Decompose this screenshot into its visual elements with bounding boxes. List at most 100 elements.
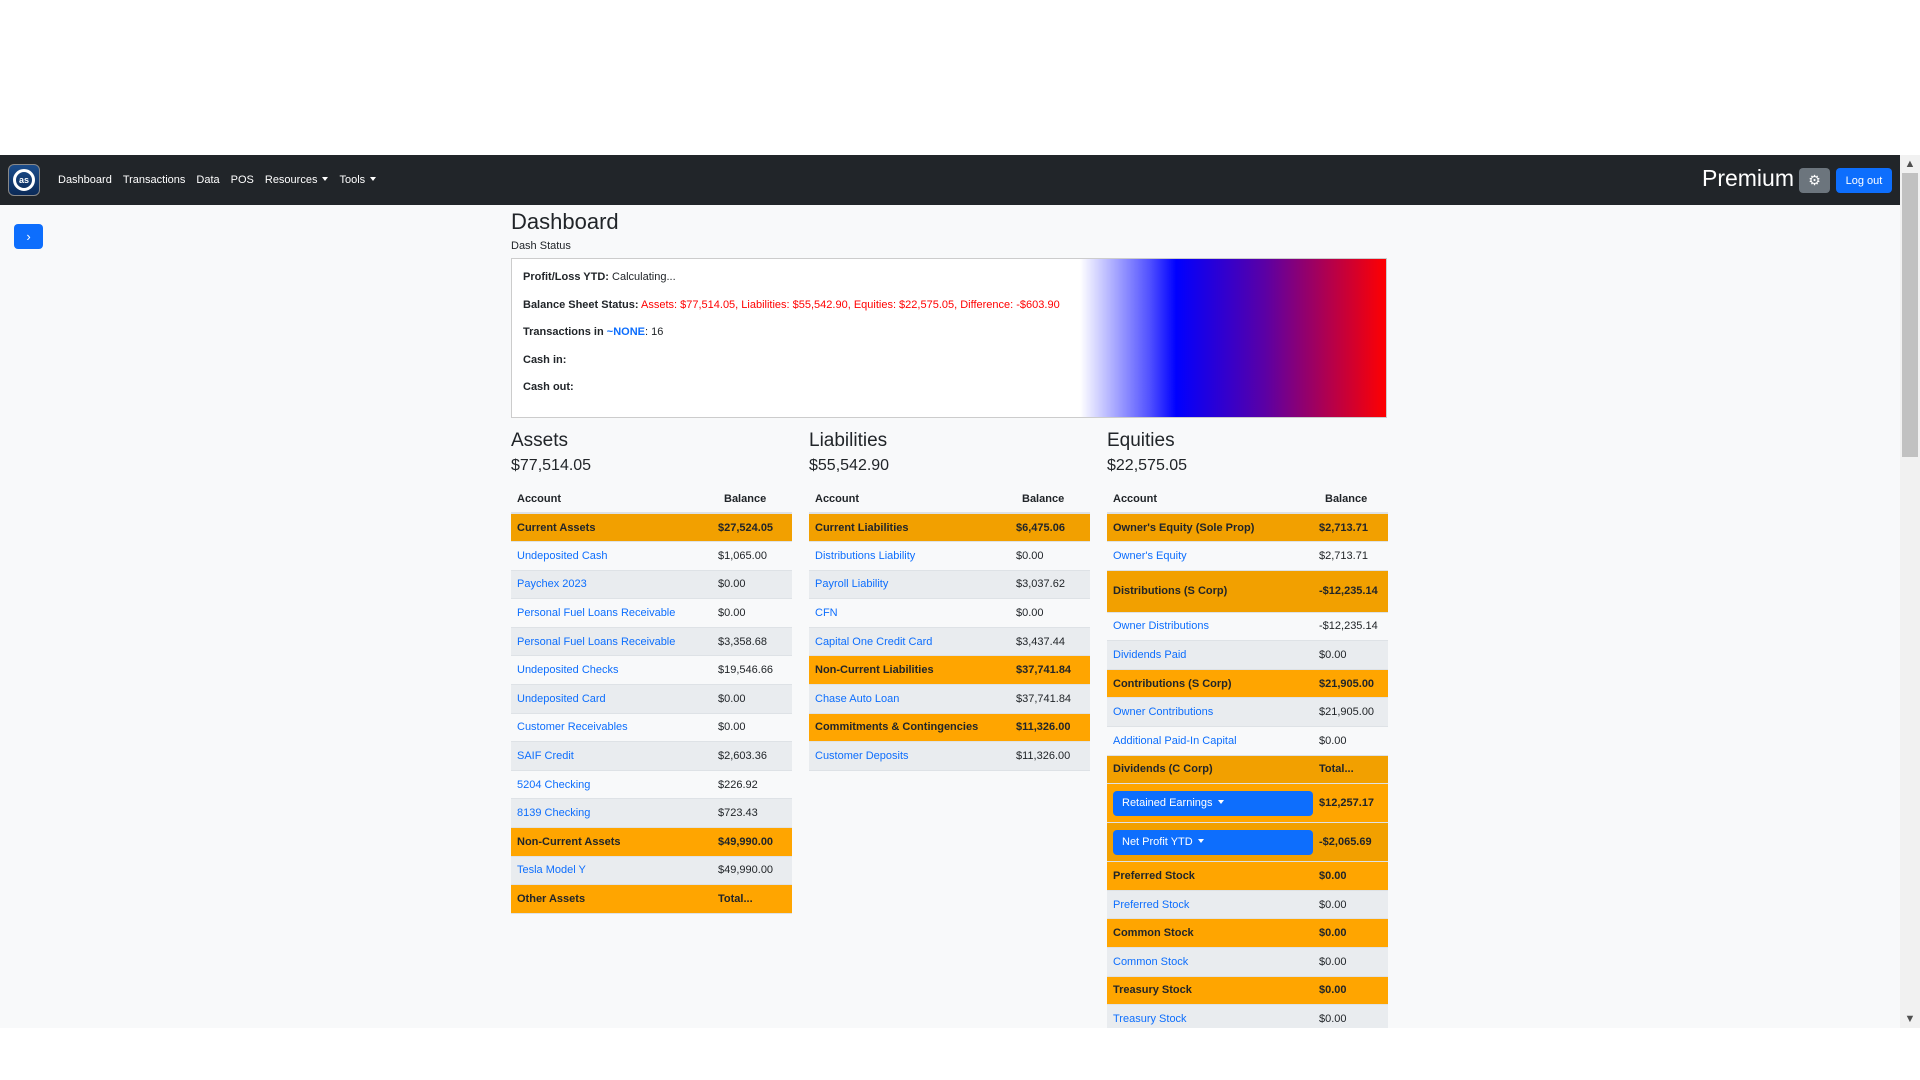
balance-sheet-line: Balance Sheet Status: Assets: $77,514.05… [523, 299, 1060, 311]
group-name: Contributions (S Corp) [1113, 677, 1232, 690]
plan-label: Premium [1701, 165, 1794, 191]
account-link[interactable]: Chase Auto Loan [815, 693, 899, 705]
accounts-table: Account Balance Current Liabilities $6,4… [809, 485, 1090, 771]
balance-cell: $2,603.36 [718, 741, 792, 771]
account-link[interactable]: Payroll Liability [815, 578, 888, 590]
account-cell: Distributions (S Corp) [1107, 570, 1319, 613]
account-link[interactable]: Dividends Paid [1113, 649, 1186, 661]
account-cell: CFN [809, 598, 1016, 628]
section-title: Equities [1107, 430, 1175, 451]
balance-cell: -$12,235.14 [1319, 570, 1388, 613]
account-link[interactable]: Distributions Liability [815, 550, 915, 562]
column-header-balance: Balance [718, 485, 792, 514]
balance-cell: $0.00 [1319, 918, 1388, 949]
account-link[interactable]: Preferred Stock [1113, 899, 1189, 911]
blank-area [0, 1028, 1920, 1080]
group-row: Treasury Stock $0.00 [1107, 976, 1388, 1006]
balance-cell: $723.43 [718, 798, 792, 829]
column-header-balance: Balance [1319, 485, 1388, 514]
account-link[interactable]: Capital One Credit Card [815, 636, 932, 648]
section-total: $77,514.05 [511, 457, 592, 474]
nav-data[interactable]: Data [196, 174, 219, 186]
account-dropdown-button[interactable]: Retained Earnings [1113, 790, 1313, 816]
scrollbar-thumb[interactable] [1902, 173, 1918, 457]
account-row: Distributions Liability $0.00 [809, 541, 1090, 571]
balance-cell: $2,713.71 [1319, 513, 1388, 543]
balance-cell: $3,037.62 [1016, 570, 1090, 600]
account-link[interactable]: Undeposited Card [517, 693, 606, 705]
account-cell: Preferred Stock [1107, 861, 1319, 891]
scroll-up-icon[interactable]: ▲ [1900, 155, 1920, 173]
balance-cell: Total... [718, 884, 792, 914]
sidebar-toggle-button[interactable]: › [14, 224, 43, 249]
nav-pos[interactable]: POS [231, 174, 254, 186]
account-link[interactable]: Customer Receivables [517, 721, 628, 733]
account-link[interactable]: Tesla Model Y [517, 864, 586, 876]
account-link[interactable]: 8139 Checking [517, 807, 590, 819]
account-cell: Owner's Equity (Sole Prop) [1107, 513, 1319, 543]
account-link[interactable]: Common Stock [1113, 956, 1188, 968]
accounts-table: Account Balance Owner's Equity (Sole Pro… [1107, 485, 1388, 1028]
group-name: Treasury Stock [1113, 984, 1192, 997]
logo-icon: as [13, 169, 35, 191]
section-total: $22,575.05 [1107, 457, 1188, 474]
account-link[interactable]: Owner Distributions [1113, 620, 1209, 632]
account-row: 8139 Checking $723.43 [511, 798, 792, 829]
nav-resources-dropdown[interactable]: Resources [265, 174, 329, 186]
account-cell: Contributions (S Corp) [1107, 669, 1319, 699]
profit-loss-value: Calculating... [612, 271, 676, 283]
balance-cell: $21,905.00 [1319, 697, 1388, 728]
blank-area [0, 0, 1920, 155]
account-cell: Current Liabilities [809, 513, 1016, 543]
assets-section: Assets $77,514.05 Account Balance Curren… [511, 430, 792, 914]
nav-dashboard[interactable]: Dashboard [58, 174, 112, 186]
account-link[interactable]: Personal Fuel Loans Receivable [517, 636, 675, 648]
dash-status-panel: Profit/Loss YTD: Calculating... Balance … [511, 258, 1387, 418]
account-cell: Other Assets [511, 884, 718, 914]
account-dropdown-button[interactable]: Net Profit YTD [1113, 829, 1313, 855]
group-name: Non-Current Assets [517, 835, 621, 848]
account-link[interactable]: 5204 Checking [517, 779, 590, 791]
balance-cell: $1,065.00 [718, 541, 792, 571]
group-name: Other Assets [517, 893, 586, 906]
account-row: Undeposited Card $0.00 [511, 684, 792, 714]
main-content: › Dashboard Dash Status Profit/Loss YTD:… [0, 205, 1900, 1028]
period-link[interactable]: ~NONE [607, 326, 645, 338]
balance-cell: $0.00 [1319, 861, 1388, 891]
account-cell: Retained Earnings [1107, 783, 1319, 824]
navbar: as Dashboard Transactions Data POS Resou… [0, 155, 1900, 205]
account-cell: Treasury Stock [1107, 976, 1319, 1006]
account-row: Owner Contributions $21,905.00 [1107, 697, 1388, 728]
scroll-down-icon[interactable]: ▼ [1900, 1010, 1920, 1028]
account-link[interactable]: Customer Deposits [815, 750, 909, 762]
settings-button[interactable]: ⚙ [1799, 168, 1830, 193]
app-logo[interactable]: as [8, 164, 40, 196]
account-link[interactable]: Additional Paid-In Capital [1113, 735, 1237, 747]
account-row: Payroll Liability $3,037.62 [809, 570, 1090, 600]
group-row: Retained Earnings $12,257.17 [1107, 783, 1388, 824]
account-link[interactable]: Treasury Stock [1113, 1013, 1187, 1025]
balance-cell: $49,990.00 [718, 856, 792, 886]
balance-cell: $11,326.00 [1016, 713, 1090, 743]
account-link[interactable]: Personal Fuel Loans Receivable [517, 607, 675, 619]
account-link[interactable]: Undeposited Cash [517, 550, 608, 562]
account-cell: Owner's Equity [1107, 541, 1319, 571]
chevron-right-icon: › [26, 229, 31, 244]
account-link[interactable]: Owner's Equity [1113, 550, 1187, 562]
logout-button[interactable]: Log out [1836, 168, 1892, 193]
account-cell: 8139 Checking [511, 798, 718, 829]
account-link[interactable]: Paychex 2023 [517, 578, 587, 590]
account-link[interactable]: Undeposited Checks [517, 664, 619, 676]
nav-tools-dropdown[interactable]: Tools [339, 174, 376, 186]
nav-transactions[interactable]: Transactions [123, 174, 186, 186]
account-link[interactable]: CFN [815, 607, 838, 619]
account-link[interactable]: Owner Contributions [1113, 706, 1213, 718]
vertical-scrollbar[interactable]: ▲ ▼ [1900, 155, 1920, 1028]
balance-cell: $0.00 [718, 598, 792, 628]
section-total: $55,542.90 [809, 457, 890, 474]
column-header-account: Account [511, 485, 718, 514]
account-row: Preferred Stock $0.00 [1107, 890, 1388, 920]
account-row: Customer Deposits $11,326.00 [809, 741, 1090, 771]
account-link[interactable]: SAIF Credit [517, 750, 574, 762]
balance-cell: $12,257.17 [1319, 783, 1388, 824]
